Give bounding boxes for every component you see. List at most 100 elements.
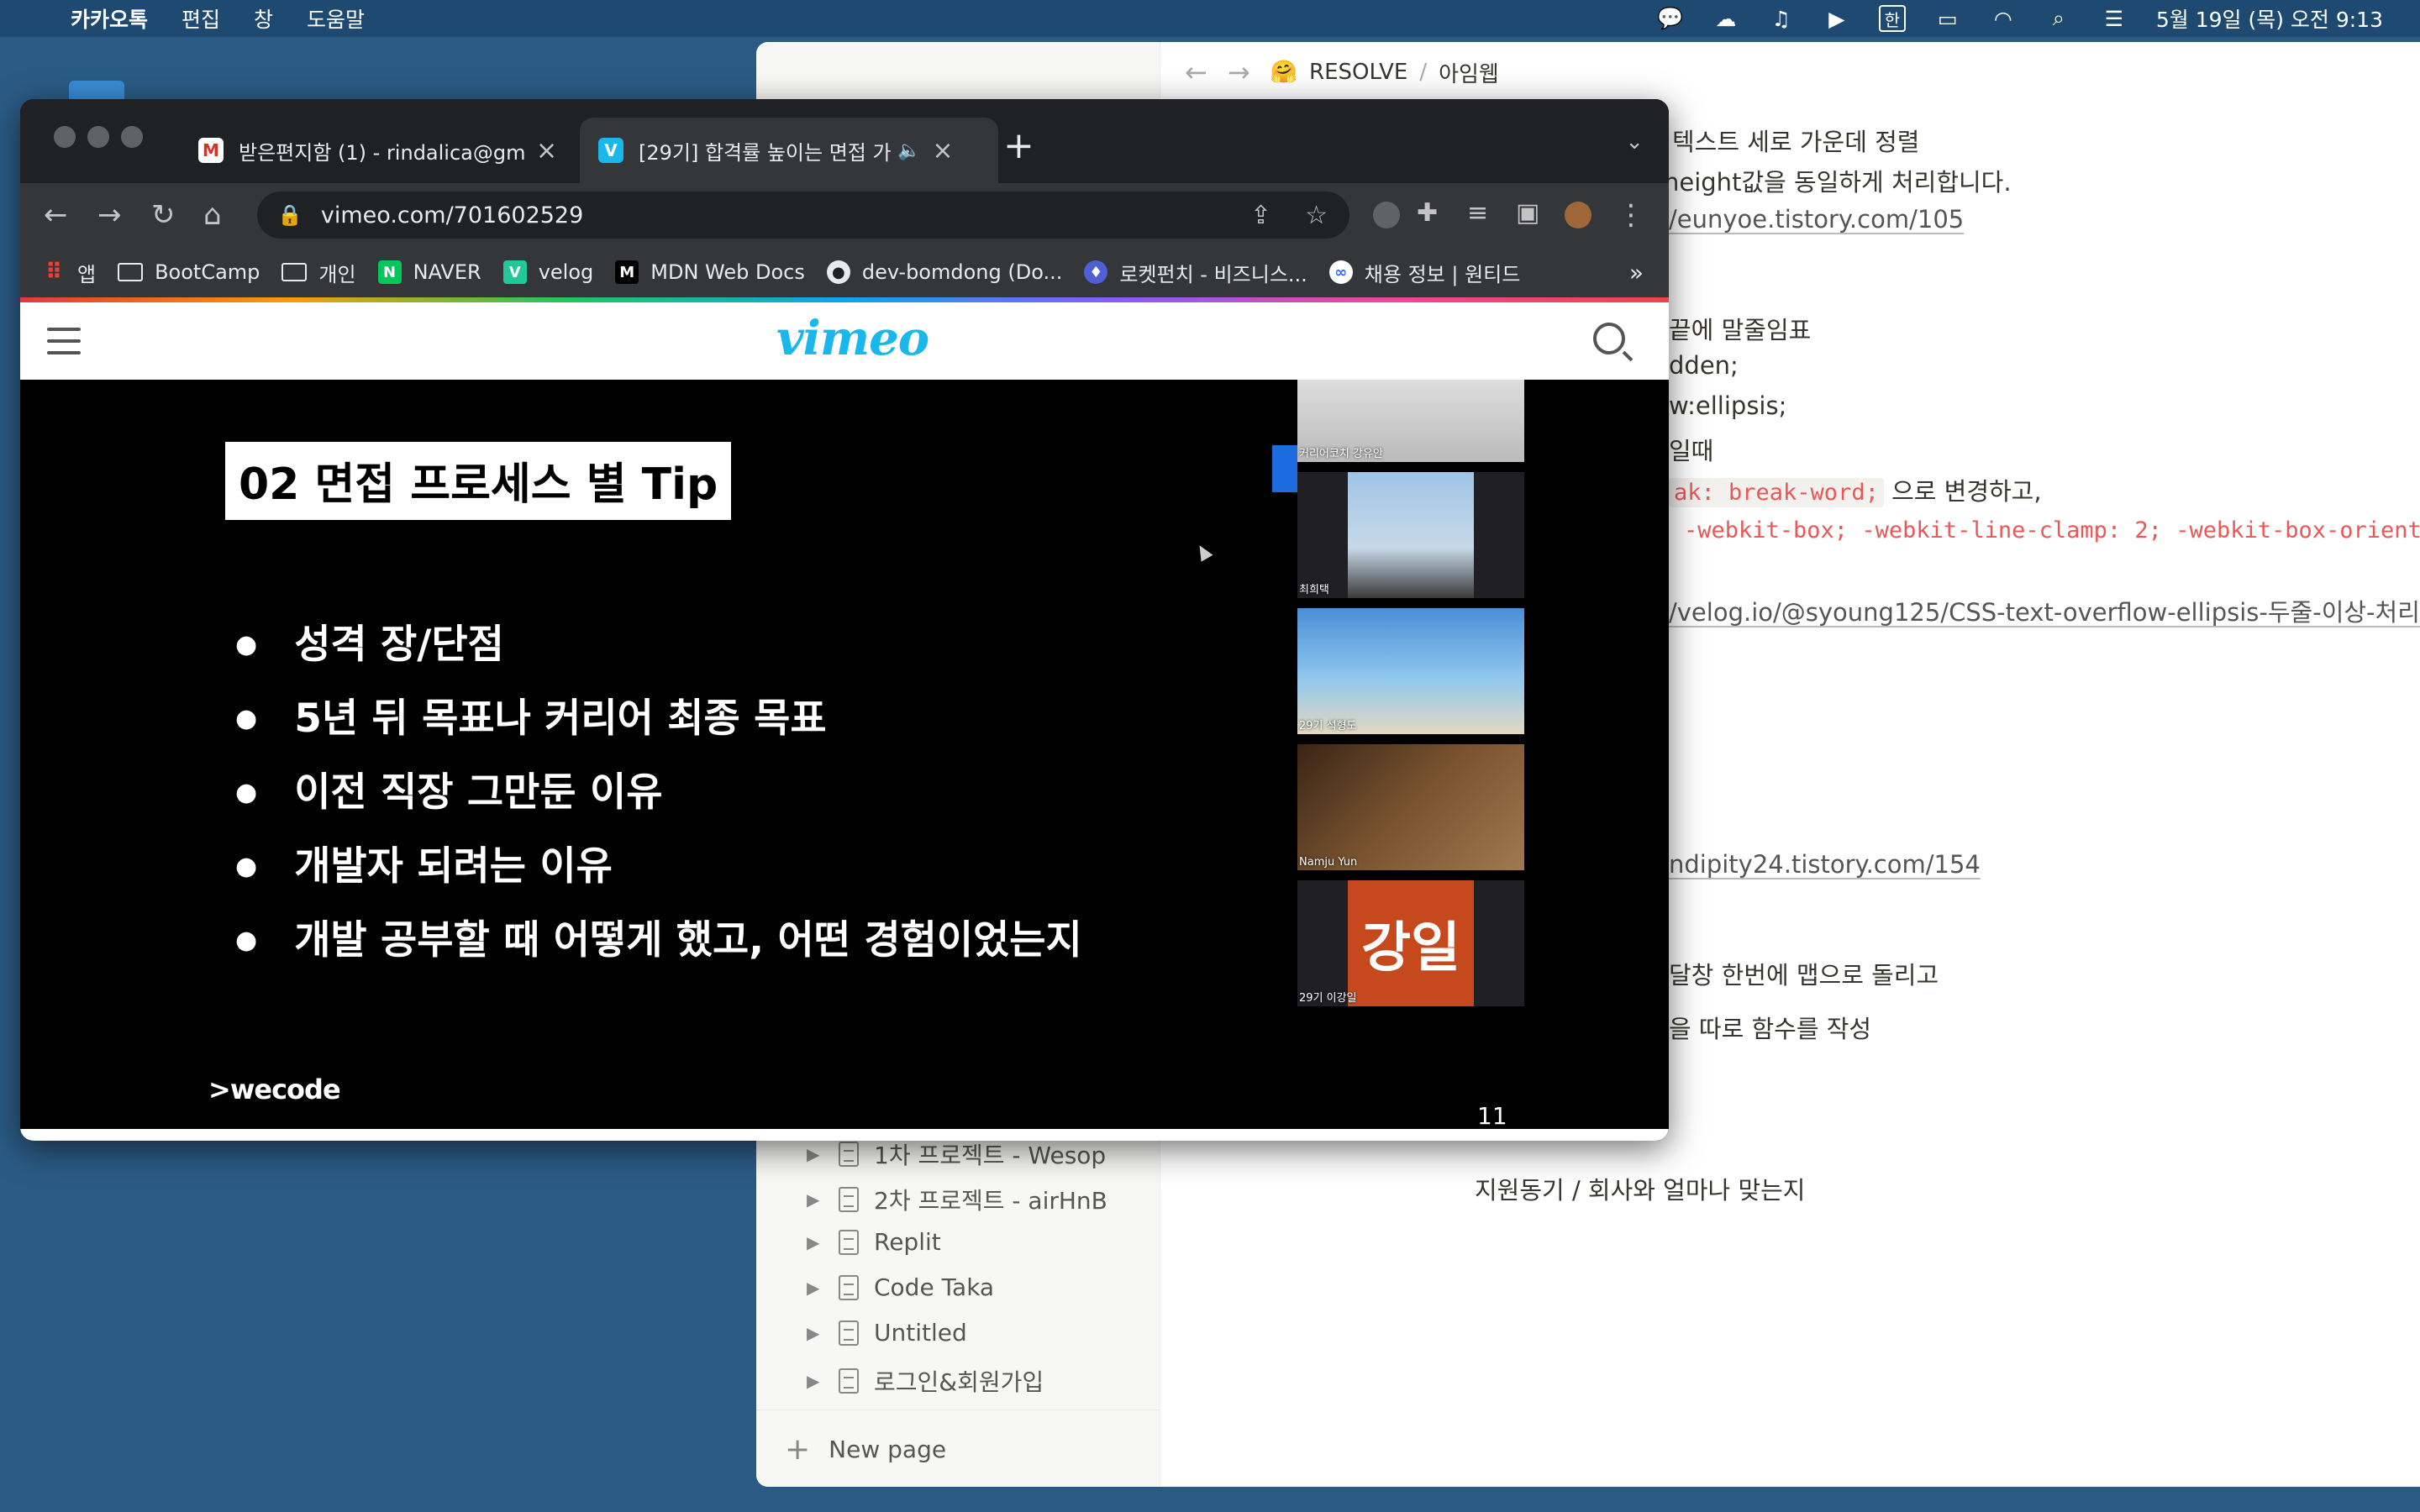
menu-clock[interactable]: 5월 19일 (목) 오전 9:13 (2156, 3, 2383, 34)
sidebar-item-label: Code Taka (874, 1273, 995, 1301)
notion-topbar: ← → 🤗 RESOLVE / 아임웹 (1185, 42, 1499, 102)
url-text[interactable]: vimeo.com/701602529 (321, 202, 583, 228)
extension-icon[interactable] (1373, 202, 1400, 228)
menu-app-name[interactable]: 카카오톡 (71, 3, 148, 34)
page-icon (839, 1229, 859, 1255)
hamburger-menu-icon[interactable] (47, 328, 81, 363)
forward-arrow-icon[interactable]: → (1228, 56, 1250, 88)
creative-cloud-icon[interactable]: ☁ (1712, 7, 1739, 31)
close-window-button[interactable] (54, 126, 76, 148)
vimeo-logo[interactable]: vimeo (776, 311, 929, 366)
address-bar[interactable]: 🔒 vimeo.com/701602529 ⇪ ☆ (257, 192, 1349, 239)
sidebar-item-login[interactable]: ▶ 로그인&회원가입 (807, 1364, 1044, 1398)
battery-icon[interactable]: ▭ (1934, 7, 1961, 31)
chrome-menu-icon[interactable]: ⋮ (1617, 198, 1645, 232)
notion-text[interactable]: 을 따로 함수를 작성 (1669, 1010, 1871, 1045)
github-icon: ● (826, 260, 850, 284)
forward-button[interactable]: → (97, 198, 122, 232)
blue-overlay-badge (1272, 445, 1297, 492)
close-tab-icon[interactable]: × (932, 136, 953, 165)
back-button[interactable]: ← (44, 198, 68, 232)
participant-name: 29기 석형도 (1299, 720, 1357, 732)
notion-link[interactable]: /eunyoe.tistory.com/105 (1669, 205, 1964, 234)
bookmarks-bar: ⠿ 앱 BootCamp 개인 N NAVER V velog M MDN We… (20, 247, 1669, 297)
bookmark-naver[interactable]: N NAVER (377, 260, 481, 284)
audio-icon[interactable]: 🔈 (897, 140, 920, 161)
bookmark-bootcamp[interactable]: BootCamp (118, 260, 260, 284)
sidebar-item-airhnb[interactable]: ▶ 2차 프로젝트 - airHnB (807, 1183, 1107, 1216)
menu-edit[interactable]: 편집 (182, 3, 220, 34)
notion-text[interactable]: 지원동기 / 회사와 얼마나 맞는지 (1475, 1171, 1805, 1206)
notion-link[interactable]: /velog.io/@syoung125/CSS-text-overflow-e… (1669, 593, 2420, 628)
bookmark-wanted[interactable]: ∞ 채용 정보 | 원티드 (1328, 258, 1521, 287)
reload-button[interactable]: ↻ (151, 198, 176, 232)
notion-text[interactable]: 달창 한번에 맵으로 돌리고 (1669, 956, 1939, 991)
home-button[interactable]: ⌂ (203, 198, 222, 232)
expand-triangle-icon[interactable]: ▶ (807, 1189, 823, 1210)
bookmark-rocketpunch[interactable]: ♦ 로켓펀치 - 비즈니스... (1084, 258, 1307, 287)
page-bottom-strip (20, 1129, 1669, 1141)
spotlight-icon[interactable]: ⌕ (2045, 6, 2072, 30)
new-page-button[interactable]: + New page (756, 1410, 1160, 1487)
notion-text[interactable]: 일때 (1669, 432, 1713, 467)
tab-vimeo[interactable]: V [29기] 합격률 높이는 면접 가이드 🔈 × (580, 118, 998, 183)
notion-text[interactable]: 텍스트 세로 가운데 정렬 (1672, 123, 1919, 158)
airpods-icon[interactable]: ♫ (1768, 7, 1795, 31)
menu-window[interactable]: 창 (254, 3, 273, 34)
participant-name: Namju Yun (1299, 856, 1358, 869)
apps-grid-icon: ⠿ (45, 260, 63, 285)
tab-gmail[interactable]: M 받은편지함 (1) - rindalica@gmail.com × (180, 118, 602, 183)
bookmark-github[interactable]: ● dev-bomdong (Do... (826, 260, 1062, 284)
bookmark-label: 채용 정보 | 원티드 (1364, 262, 1521, 286)
sidebar-item-code-taka[interactable]: ▶ Code Taka (807, 1273, 994, 1301)
profile-avatar[interactable] (1565, 202, 1591, 228)
sidebar-item-wesop[interactable]: ▶ 1차 프로젝트 - Wesop (807, 1137, 1106, 1171)
more-bookmarks-button[interactable]: » (1629, 259, 1644, 286)
slide-bullet: 이전 직장 그만둔 이유 (235, 759, 662, 817)
sidebar-item-replit[interactable]: ▶ Replit (807, 1228, 941, 1256)
ime-icon[interactable]: 한 (1878, 5, 1906, 32)
bookmark-label: 로켓펀치 - 비즈니스... (1119, 262, 1307, 286)
zoom-window-button[interactable] (121, 126, 143, 148)
message-icon[interactable]: 💬 (1657, 6, 1684, 30)
bookmark-velog[interactable]: V velog (502, 260, 593, 284)
bookmark-star-icon[interactable]: ☆ (1305, 201, 1328, 230)
search-icon[interactable] (1593, 323, 1625, 354)
inline-code: ak: break-word; (1669, 478, 1884, 507)
back-arrow-icon[interactable]: ← (1185, 56, 1207, 88)
minimize-window-button[interactable] (87, 126, 109, 148)
bookmark-personal[interactable]: 개인 (281, 258, 356, 287)
bookmark-mdn[interactable]: M MDN Web Docs (615, 260, 805, 284)
play-icon[interactable]: ▶ (1823, 7, 1850, 31)
notion-text[interactable]: dden; (1669, 351, 1739, 380)
close-tab-icon[interactable]: × (536, 136, 557, 165)
media-control-icon[interactable]: ≡ (1467, 198, 1488, 228)
share-icon[interactable]: ⇪ (1250, 201, 1271, 230)
expand-triangle-icon[interactable]: ▶ (807, 1371, 823, 1391)
gmail-icon: M (198, 138, 224, 163)
tab-search-chevron-icon[interactable]: ⌄ (1625, 129, 1644, 155)
bookmark-apps[interactable]: ⠿ 앱 (42, 258, 96, 287)
notion-text[interactable]: 끝에 말줄임표 (1669, 311, 1811, 346)
expand-triangle-icon[interactable]: ▶ (807, 1323, 823, 1343)
notion-code[interactable]: -webkit-box; -webkit-line-clamp: 2; -web… (1684, 517, 2420, 543)
extensions-puzzle-icon[interactable]: ✚ (1417, 198, 1438, 228)
expand-triangle-icon[interactable]: ▶ (807, 1144, 823, 1164)
breadcrumb-page[interactable]: RESOLVE (1309, 60, 1407, 85)
notion-text[interactable]: w:ellipsis; (1669, 391, 1786, 420)
video-player[interactable]: 02 면접 프로세스 별 Tip 성격 장/단점 5년 뒤 목표나 커리어 최종… (20, 380, 1669, 1141)
breadcrumb-subpage[interactable]: 아임웹 (1439, 57, 1499, 88)
side-panel-icon[interactable]: ▣ (1516, 198, 1539, 228)
expand-triangle-icon[interactable]: ▶ (807, 1232, 823, 1252)
new-tab-button[interactable]: + (1003, 124, 1034, 167)
expand-triangle-icon[interactable]: ▶ (807, 1278, 823, 1298)
notion-text-line[interactable]: ak: break-word; 으로 변경하고, (1669, 472, 2042, 507)
sidebar-item-untitled[interactable]: ▶ Untitled (807, 1319, 967, 1347)
menu-help[interactable]: 도움말 (307, 3, 365, 34)
notion-text[interactable]: height값을 동일하게 처리합니다. (1664, 163, 2012, 198)
lock-icon[interactable]: 🔒 (277, 203, 302, 227)
control-center-icon[interactable]: ☰ (2101, 7, 2128, 31)
notion-link[interactable]: ndipity24.tistory.com/154 (1669, 850, 1981, 879)
sidebar-item-label: 로그인&회원가입 (874, 1368, 1044, 1396)
wifi-icon[interactable]: ◠ (1990, 7, 2017, 31)
